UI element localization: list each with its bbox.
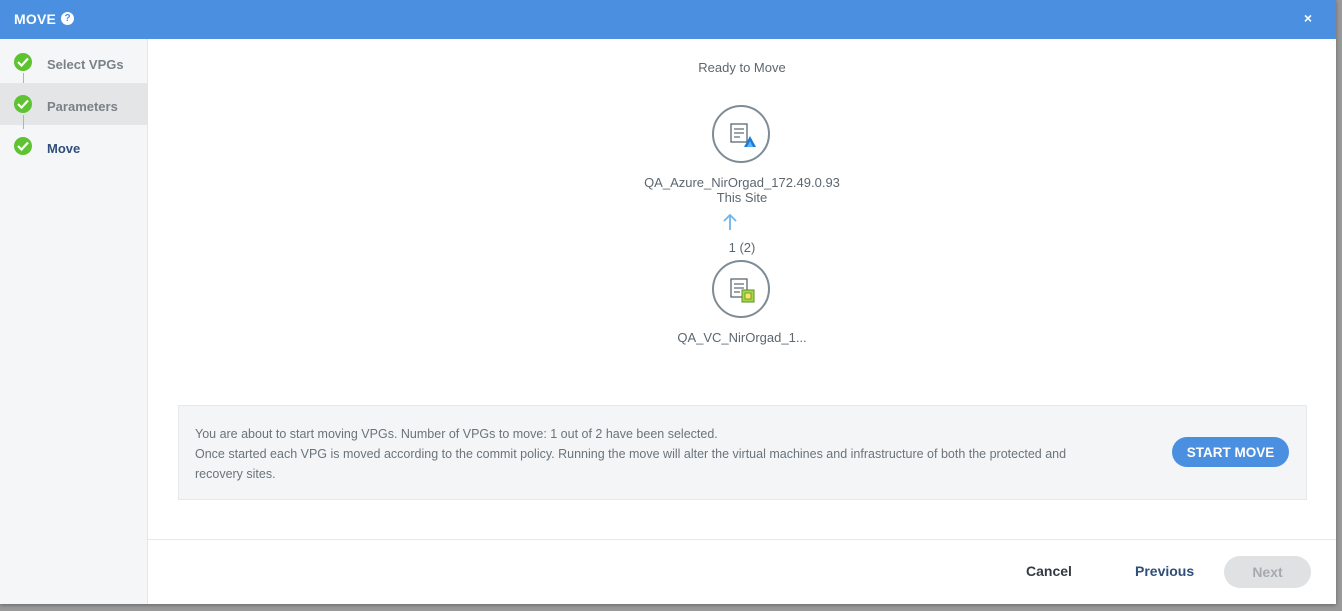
dialog-title: MOVE — [14, 11, 57, 27]
wizard-steps-sidebar: Select VPGs Parameters Move — [0, 39, 148, 604]
azure-site-icon — [730, 123, 756, 147]
check-icon — [14, 95, 32, 113]
check-icon — [14, 53, 32, 71]
step-label: Move — [47, 141, 81, 156]
question-circle-icon[interactable]: ? — [61, 12, 74, 25]
info-line-2: Once started each VPG is moved according… — [195, 447, 1067, 481]
info-text: You are about to start moving VPGs. Numb… — [195, 424, 1075, 484]
vpg-count: 1 (2) — [728, 240, 756, 255]
step-label: Parameters — [47, 99, 118, 114]
step-label: Select VPGs — [47, 57, 124, 72]
start-move-button[interactable]: START MOVE — [1172, 437, 1289, 467]
target-site-subtitle: This Site — [716, 190, 768, 205]
step-move[interactable]: Move — [0, 125, 147, 167]
info-panel: You are about to start moving VPGs. Numb… — [178, 405, 1307, 500]
target-site-name: QA_Azure_NirOrgad_172.49.0.93 — [644, 175, 840, 190]
previous-button[interactable]: Previous — [1135, 563, 1194, 579]
close-icon[interactable]: × — [1300, 9, 1316, 27]
check-icon — [14, 137, 32, 155]
move-dialog: MOVE ? × Select VPGs Parameters Move Rea… — [0, 0, 1336, 604]
source-site-node — [712, 260, 770, 318]
target-site-node — [712, 105, 770, 163]
source-site-name: QA_VC_NirOrgad_1... — [677, 330, 807, 345]
main-content: Ready to Move QA_Azure_NirOrgad_172.49.0… — [148, 39, 1336, 604]
dialog-titlebar: MOVE ? × — [0, 0, 1336, 39]
vcenter-site-icon — [730, 278, 755, 303]
dialog-footer: Cancel Previous Next — [148, 539, 1336, 605]
arrow-up-icon — [723, 213, 737, 230]
cancel-button[interactable]: Cancel — [1026, 563, 1072, 579]
info-line-1: You are about to start moving VPGs. Numb… — [195, 427, 718, 441]
status-text: Ready to Move — [698, 60, 786, 75]
next-button: Next — [1224, 556, 1311, 588]
